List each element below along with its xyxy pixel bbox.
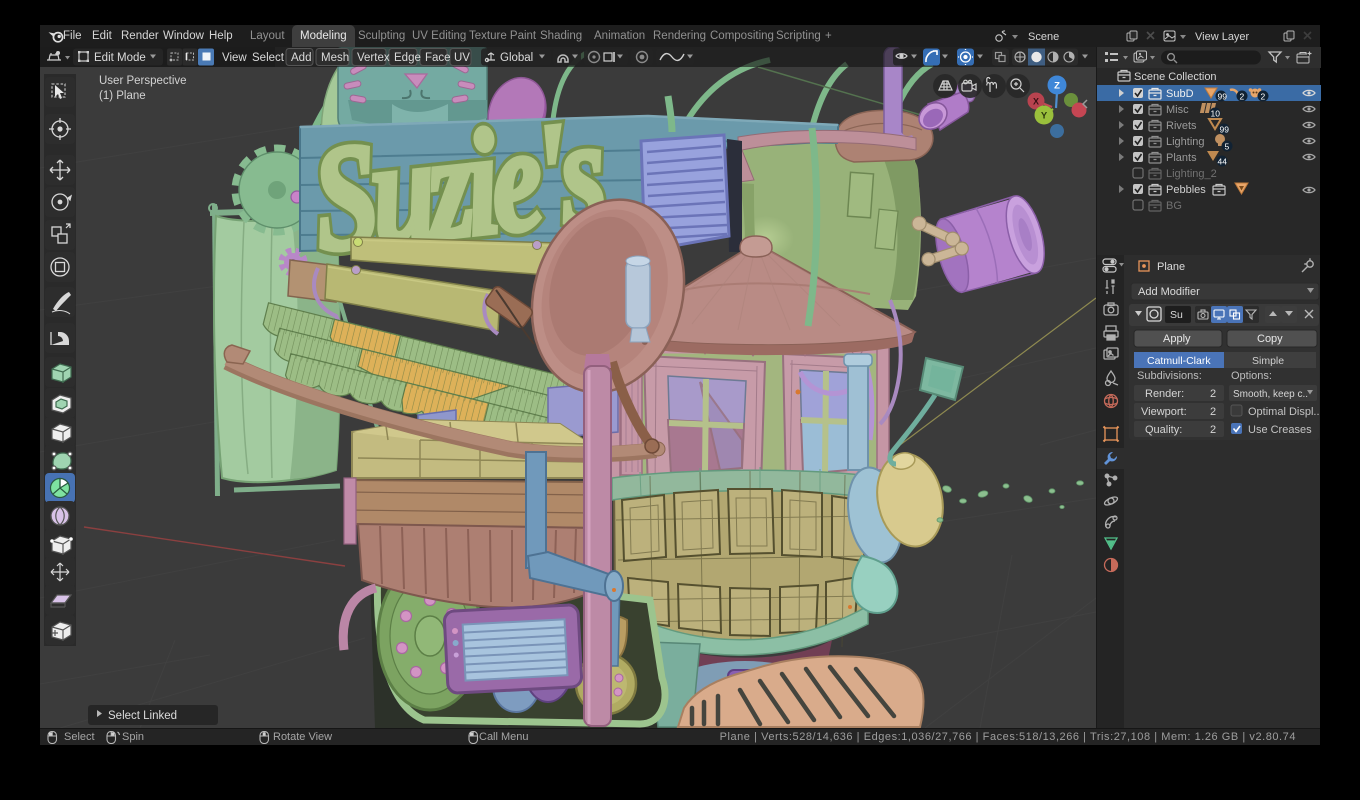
- svg-text:(1) Plane: (1) Plane: [99, 90, 146, 102]
- svg-text:Scene: Scene: [1028, 31, 1059, 43]
- svg-text:Plants: Plants: [1166, 152, 1197, 164]
- svg-text:User Perspective: User Perspective: [99, 75, 187, 87]
- svg-text:Rivets: Rivets: [1166, 120, 1197, 132]
- svg-text:Face: Face: [425, 52, 451, 64]
- svg-text:Viewport:: Viewport:: [1141, 406, 1187, 418]
- svg-text:2: 2: [1210, 406, 1216, 418]
- svg-text:BG: BG: [1166, 200, 1182, 212]
- svg-text:2: 2: [1210, 424, 1216, 436]
- svg-text:Edge: Edge: [394, 52, 421, 64]
- svg-text:Lighting_2: Lighting_2: [1166, 168, 1217, 180]
- svg-text:Edit Mode: Edit Mode: [94, 52, 146, 64]
- svg-text:Misc: Misc: [1166, 104, 1189, 116]
- svg-text:Z: Z: [1054, 81, 1060, 92]
- svg-text:Copy: Copy: [1257, 333, 1283, 345]
- svg-text:Mesh: Mesh: [321, 52, 349, 64]
- svg-text:UV: UV: [454, 52, 470, 64]
- svg-text:View: View: [222, 52, 247, 64]
- svg-text:Plane: Plane: [1157, 261, 1185, 273]
- svg-text:5: 5: [1225, 142, 1230, 152]
- svg-text:Lighting: Lighting: [1166, 136, 1205, 148]
- svg-text:Catmull-Clark: Catmull-Clark: [1147, 355, 1211, 367]
- svg-text:2: 2: [1240, 92, 1245, 102]
- svg-text:Render:: Render:: [1145, 388, 1184, 400]
- svg-text:Y: Y: [1041, 111, 1048, 122]
- svg-text:Add: Add: [291, 52, 311, 64]
- svg-text:Quality:: Quality:: [1145, 424, 1182, 436]
- svg-text:Pebbles: Pebbles: [1166, 184, 1206, 196]
- svg-text:Apply: Apply: [1163, 333, 1191, 345]
- svg-text:Optimal Displ..: Optimal Displ..: [1248, 406, 1320, 418]
- svg-text:Options:: Options:: [1231, 370, 1272, 382]
- svg-text:99: 99: [1220, 125, 1230, 135]
- svg-text:Add Modifier: Add Modifier: [1138, 286, 1200, 298]
- svg-text:99: 99: [1218, 92, 1228, 102]
- svg-text:X: X: [1033, 97, 1039, 107]
- svg-text:Select: Select: [252, 52, 285, 64]
- svg-text:10: 10: [1211, 109, 1221, 119]
- svg-text:Vertex: Vertex: [357, 52, 390, 64]
- svg-text:2: 2: [1210, 388, 1216, 400]
- svg-text:Use Creases: Use Creases: [1248, 424, 1312, 436]
- svg-text:Smooth, keep c..: Smooth, keep c..: [1233, 389, 1308, 400]
- svg-text:44: 44: [1218, 157, 1228, 167]
- svg-text:Select Linked: Select Linked: [108, 710, 177, 722]
- svg-text:Scene Collection: Scene Collection: [1134, 71, 1217, 83]
- svg-text:Global: Global: [500, 52, 533, 64]
- svg-text:Subdivisions:: Subdivisions:: [1137, 370, 1202, 382]
- svg-text:Su: Su: [1170, 309, 1183, 321]
- svg-text:SubD: SubD: [1166, 88, 1194, 100]
- svg-text:View Layer: View Layer: [1195, 31, 1250, 43]
- svg-text:2: 2: [1261, 92, 1266, 102]
- svg-text:Simple: Simple: [1252, 355, 1284, 367]
